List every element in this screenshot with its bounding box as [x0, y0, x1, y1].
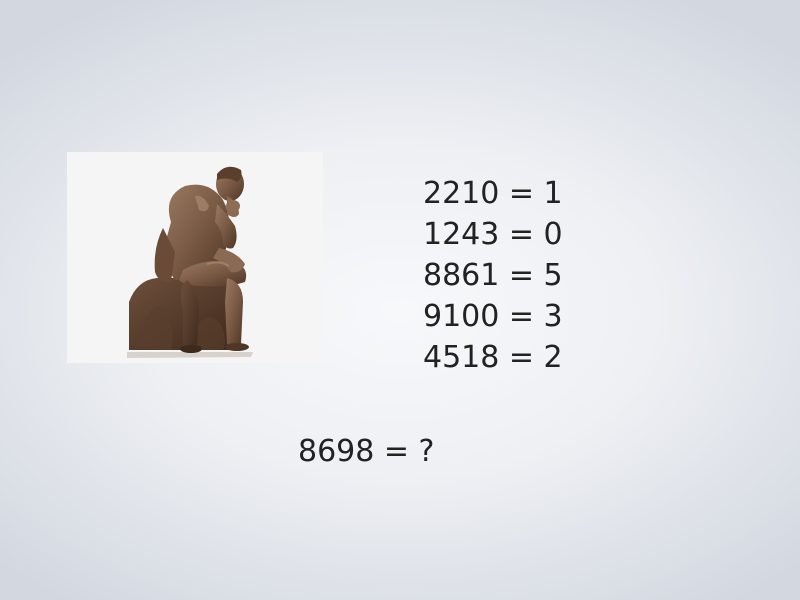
thinker-statue-image — [67, 152, 323, 363]
thinker-statue-icon — [127, 166, 253, 358]
equation-line: 9100 = 3 — [423, 299, 563, 334]
equation-line: 1243 = 0 — [423, 217, 563, 252]
equation-list: 2210 = 1 1243 = 0 8861 = 5 9100 = 3 4518… — [423, 173, 563, 378]
equation-line: 4518 = 2 — [423, 340, 563, 375]
slide: 2210 = 1 1243 = 0 8861 = 5 9100 = 3 4518… — [0, 0, 800, 600]
question-text: 8698 = ? — [298, 434, 435, 469]
equation-line: 2210 = 1 — [423, 176, 563, 211]
equation-line: 8861 = 5 — [423, 258, 563, 293]
